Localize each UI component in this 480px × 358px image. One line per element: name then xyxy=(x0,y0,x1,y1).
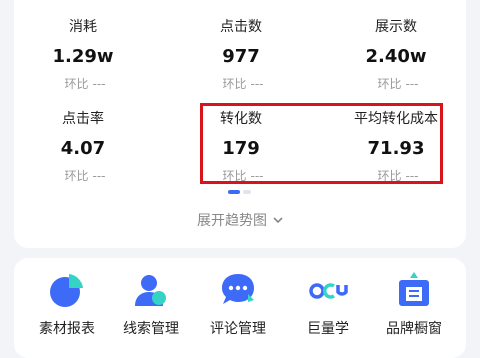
user-icon xyxy=(131,270,171,310)
expand-trend-button[interactable]: 展开趋势图 xyxy=(0,210,480,230)
metric-value: 977 xyxy=(222,46,260,67)
chat-bubble-icon xyxy=(218,270,258,310)
metric-clicks[interactable]: 点击数 977 环比 --- xyxy=(166,18,316,92)
metric-value: 4.07 xyxy=(60,138,106,159)
metric-consumption[interactable]: 消耗 1.29w 环比 --- xyxy=(8,18,158,92)
highlight-annotation-box xyxy=(200,103,443,184)
tool-label: 评论管理 xyxy=(210,321,266,337)
metric-value: 2.40w xyxy=(365,46,427,67)
tool-label: 素材报表 xyxy=(39,321,95,337)
metric-compare: 环比 --- xyxy=(64,169,106,183)
page-dot-active xyxy=(228,190,240,194)
metric-label: 展示数 xyxy=(375,19,417,35)
metric-value: 1.29w xyxy=(52,46,114,67)
metric-impressions[interactable]: 展示数 2.40w 环比 --- xyxy=(321,18,471,92)
tool-material-report[interactable]: 素材报表 xyxy=(22,270,112,338)
metric-ctr[interactable]: 点击率 4.07 环比 --- xyxy=(8,110,158,184)
metric-compare: 环比 --- xyxy=(64,77,106,91)
expand-trend-label: 展开趋势图 xyxy=(197,213,267,229)
storefront-icon xyxy=(394,270,434,310)
page-dot xyxy=(243,190,251,194)
tool-brand-showcase[interactable]: 品牌橱窗 xyxy=(369,270,459,338)
oceanengine-logo-icon xyxy=(308,270,348,310)
tool-comment-management[interactable]: 评论管理 xyxy=(193,270,283,338)
tool-label: 品牌橱窗 xyxy=(386,321,442,337)
tool-lead-management[interactable]: 线索管理 xyxy=(106,270,196,338)
chevron-down-icon xyxy=(273,210,283,230)
tool-ocean-learning[interactable]: 巨量学 xyxy=(283,270,373,338)
metric-compare: 环比 --- xyxy=(222,77,264,91)
tool-label: 线索管理 xyxy=(123,321,179,337)
metric-label: 点击率 xyxy=(62,111,104,127)
tool-label: 巨量学 xyxy=(307,321,349,337)
metric-label: 点击数 xyxy=(220,19,262,35)
metric-compare: 环比 --- xyxy=(377,77,419,91)
pie-chart-icon xyxy=(47,270,87,310)
metric-label: 消耗 xyxy=(69,19,97,35)
